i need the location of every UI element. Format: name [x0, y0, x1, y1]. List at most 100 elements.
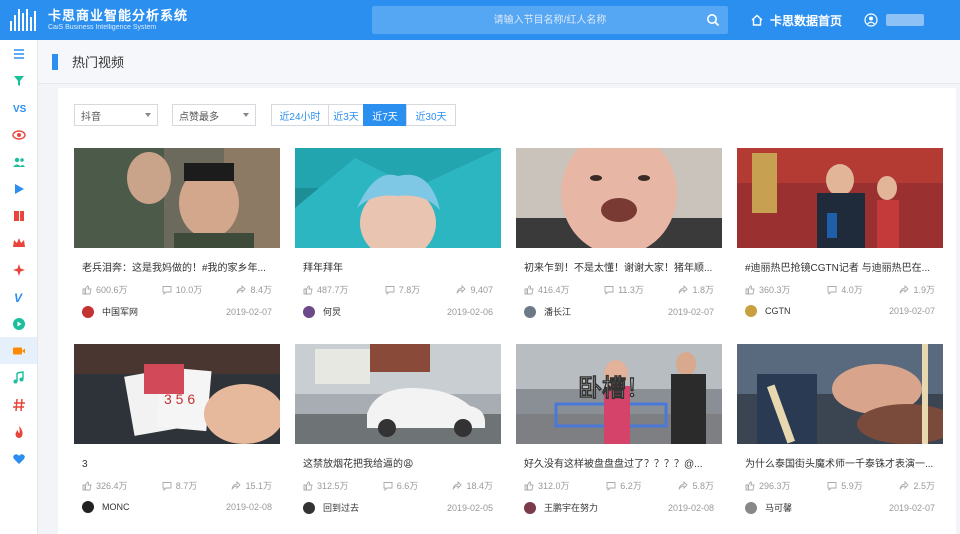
- app-logo[interactable]: 卡思商业智能分析系统 CaiS Business Intelligence Sy…: [0, 8, 372, 32]
- sidebar-item-2[interactable]: VS: [0, 94, 37, 121]
- tab-7d[interactable]: 近7天: [363, 104, 407, 126]
- video-thumbnail[interactable]: 3 5 6: [74, 344, 280, 444]
- sidebar-item-9[interactable]: V: [0, 283, 37, 310]
- user-menu[interactable]: [864, 13, 925, 27]
- shares-count: 1.8万: [692, 285, 714, 295]
- video-card[interactable]: 卧槽！ 好久没有这样被盘盘盘过了？？？？@... 312.0万 6.2万 5.8万 王鹏宇…: [516, 344, 722, 524]
- sort-select-value: 点赞最多: [179, 111, 219, 123]
- video-footer: CGTN 2019-02-07: [737, 305, 943, 317]
- video-title[interactable]: 好久没有这样被盘盘盘过了？？？？@...: [516, 458, 722, 472]
- video-card[interactable]: 拜年拜年 487.7万 7.8万 9,407 何炅 2019-02-06: [295, 148, 501, 328]
- video-card[interactable]: 3 5 6 3 326.4万 8.7万 15.1万 MONC 2019-02-08: [74, 344, 280, 524]
- platform-select[interactable]: 抖音: [74, 104, 158, 126]
- sidebar-item-1[interactable]: [0, 67, 37, 94]
- likes-count: 326.4万: [96, 481, 128, 491]
- video-title[interactable]: 初来乍到！不是太懂！谢谢大家！猪年顺...: [516, 262, 722, 276]
- shares-count: 5.8万: [692, 481, 714, 491]
- comments-count: 7.8万: [398, 285, 421, 295]
- menu-icon: [13, 48, 24, 59]
- share-icon: [457, 284, 467, 294]
- comment-icon: [162, 481, 172, 491]
- likes-count: 312.5万: [317, 481, 349, 491]
- video-thumbnail[interactable]: [516, 148, 722, 248]
- hashtag-icon: [12, 398, 25, 411]
- author-link[interactable]: CGTN: [745, 305, 791, 317]
- avatar: [524, 501, 536, 514]
- video-footer: 马可馨 2019-02-07: [737, 501, 943, 514]
- likes-count: 600.6万: [96, 285, 128, 295]
- author-name: 王鹏宇在努力: [544, 503, 599, 513]
- sidebar-item-15[interactable]: [0, 445, 37, 472]
- user-icon: [864, 13, 878, 27]
- avatar: [303, 501, 315, 514]
- video-thumbnail[interactable]: [737, 344, 943, 444]
- video-card[interactable]: 这禁放烟花把我给逼的😩 312.5万 6.6万 18.4万 回到过去 2019-02-05: [295, 344, 501, 524]
- sidebar-item-12[interactable]: [0, 364, 37, 391]
- comment-icon: [827, 481, 837, 491]
- likes-count: 296.3万: [759, 481, 791, 491]
- author-link[interactable]: 潘长江: [524, 305, 571, 318]
- sidebar-item-5[interactable]: [0, 175, 37, 202]
- filter-bar: 抖音 点赞最多 近24小时 近3天 近7天 近30天: [74, 104, 456, 126]
- sidebar-item-4[interactable]: [0, 148, 37, 175]
- video-footer: 何炅 2019-02-06: [295, 305, 501, 318]
- video-card[interactable]: 为什么泰国街头魔术师一千泰铢才表演一... 296.3万 5.9万 2.5万 马可馨 20…: [737, 344, 943, 524]
- author-name: MONC: [102, 502, 130, 512]
- video-stats: 296.3万 5.9万 2.5万: [737, 479, 943, 492]
- video-stats: 360.3万 4.0万 1.9万: [737, 283, 943, 296]
- share-icon: [900, 284, 910, 294]
- sidebar-item-6[interactable]: [0, 202, 37, 229]
- sidebar-item-10[interactable]: [0, 310, 37, 337]
- search-input[interactable]: [372, 6, 728, 34]
- sidebar: VS V: [0, 40, 38, 534]
- video-stats: 312.5万 6.6万 18.4万: [295, 479, 501, 492]
- video-thumbnail[interactable]: [737, 148, 943, 248]
- comments-count: 5.9万: [841, 481, 863, 491]
- video-footer: 王鹏宇在努力 2019-02-08: [516, 501, 722, 514]
- home-link[interactable]: 卡思数据首页: [750, 12, 842, 29]
- author-link[interactable]: 何炅: [303, 305, 341, 318]
- author-link[interactable]: 中国军网: [82, 305, 138, 318]
- sidebar-item-14[interactable]: [0, 418, 37, 445]
- video-thumbnail[interactable]: [295, 344, 501, 444]
- tab-30d[interactable]: 近30天: [406, 104, 456, 126]
- video-title[interactable]: #迪丽热巴抢镜CGTN记者 与迪丽热巴在...: [737, 262, 943, 276]
- sidebar-item-13[interactable]: [0, 391, 37, 418]
- video-thumbnail[interactable]: 卧槽！: [516, 344, 722, 444]
- video-title[interactable]: 3: [74, 458, 280, 472]
- video-stats: 326.4万 8.7万 15.1万: [74, 479, 280, 492]
- thumbs-up-icon: [303, 285, 313, 294]
- video-thumbnail[interactable]: [295, 148, 501, 248]
- video-title[interactable]: 老兵泪奔：这是我妈做的！#我的家乡年...: [74, 262, 280, 276]
- likes-count: 416.4万: [538, 285, 570, 295]
- author-link[interactable]: MONC: [82, 501, 130, 513]
- sidebar-item-0[interactable]: [0, 40, 37, 67]
- video-title[interactable]: 拜年拜年: [295, 262, 501, 276]
- avatar: [745, 305, 757, 317]
- sidebar-item-11[interactable]: [0, 337, 37, 364]
- author-link[interactable]: 马可馨: [745, 501, 792, 514]
- sort-select[interactable]: 点赞最多: [172, 104, 256, 126]
- tab-24h[interactable]: 近24小时: [271, 104, 329, 126]
- sidebar-item-3[interactable]: [0, 121, 37, 148]
- author-link[interactable]: 回到过去: [303, 501, 359, 514]
- video-thumbnail[interactable]: [74, 148, 280, 248]
- video-title[interactable]: 为什么泰国街头魔术师一千泰铢才表演一...: [737, 458, 943, 472]
- search-icon[interactable]: [706, 13, 720, 27]
- share-icon: [237, 284, 247, 294]
- publish-date: 2019-02-08: [667, 502, 714, 513]
- sidebar-item-7[interactable]: [0, 229, 37, 256]
- video-card[interactable]: 老兵泪奔：这是我妈做的！#我的家乡年... 600.6万 10.0万 8.4万 中国军网…: [74, 148, 280, 328]
- thumbs-up-icon: [82, 481, 92, 490]
- video-footer: 回到过去 2019-02-05: [295, 501, 501, 514]
- video-card[interactable]: 初来乍到！不是太懂！谢谢大家！猪年顺... 416.4万 11.3万 1.8万 潘长江 2…: [516, 148, 722, 328]
- tab-3d[interactable]: 近3天: [328, 104, 364, 126]
- sidebar-item-8[interactable]: [0, 256, 37, 283]
- video-title[interactable]: 这禁放烟花把我给逼的😩: [295, 458, 501, 472]
- users-icon: [12, 157, 25, 167]
- thumbs-up-icon: [745, 285, 755, 294]
- author-link[interactable]: 王鹏宇在努力: [524, 501, 598, 514]
- video-card[interactable]: #迪丽热巴抢镜CGTN记者 与迪丽热巴在... 360.3万 4.0万 1.9万 CGT…: [737, 148, 943, 328]
- avatar: [303, 305, 315, 318]
- thumbs-up-icon: [303, 481, 313, 490]
